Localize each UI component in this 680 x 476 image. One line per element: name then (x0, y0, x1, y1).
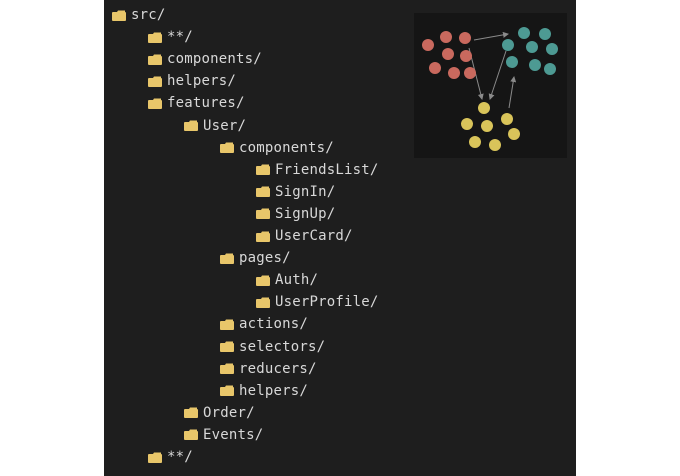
folder-icon (220, 253, 234, 264)
tree-item-label: pages/ (239, 250, 291, 267)
tree-item[interactable]: UserProfile/ (256, 291, 379, 313)
folder-icon (256, 231, 270, 242)
tree-item-label: Events/ (203, 426, 264, 443)
tree-item-label: FriendsList/ (275, 161, 379, 178)
folder-icon (220, 341, 234, 352)
tree-item[interactable]: User/ (184, 115, 246, 137)
tree-item-label: **/ (167, 29, 193, 46)
tree-item[interactable]: helpers/ (220, 380, 308, 402)
tree-item[interactable]: selectors/ (220, 336, 325, 358)
tree-item-label: actions/ (239, 316, 309, 333)
tree-item[interactable]: actions/ (220, 313, 308, 335)
folder-icon (184, 407, 198, 419)
tree-item[interactable]: features/ (148, 92, 245, 114)
folder-icon (148, 76, 162, 87)
folder-icon (220, 363, 234, 375)
tree-item[interactable]: UserCard/ (256, 225, 353, 247)
folder-icon (256, 297, 270, 308)
folder-icon (256, 275, 270, 286)
tree-item[interactable]: reducers/ (220, 358, 317, 380)
folder-icon (112, 10, 126, 21)
folder-icon (256, 186, 270, 198)
tree-item-label: Order/ (203, 404, 255, 421)
tree-item-label: helpers/ (167, 73, 237, 90)
tree-item-label: UserCard/ (275, 228, 353, 244)
tree-item-label: **/ (167, 449, 193, 465)
tree-item-label: src/ (131, 7, 166, 23)
code-editor-panel: src/**/components/helpers/features/User/… (104, 0, 576, 476)
tree-item[interactable]: **/ (148, 26, 193, 48)
graph-edge (473, 31, 509, 41)
tree-item-label: features/ (167, 95, 245, 112)
graph-edge (508, 76, 517, 109)
tree-item-label: User/ (203, 117, 247, 134)
tree-item[interactable]: Auth/ (256, 269, 318, 291)
tree-item[interactable]: SignIn/ (256, 181, 335, 203)
tree-item-label: components/ (167, 51, 262, 68)
tree-item[interactable]: FriendsList/ (256, 159, 379, 181)
tree-item-label: UserProfile/ (275, 294, 379, 311)
tree-item[interactable]: helpers/ (148, 70, 236, 92)
tree-item[interactable]: pages/ (220, 247, 291, 269)
dependency-graph-svg (422, 27, 558, 151)
tree-item-label: components/ (239, 139, 334, 156)
folder-icon (220, 319, 234, 330)
tree-item[interactable]: components/ (148, 48, 262, 70)
folder-icon (184, 120, 198, 131)
graph-cluster-red (422, 31, 476, 79)
tree-item-label: selectors/ (239, 338, 326, 355)
tree-item[interactable]: Order/ (184, 402, 255, 424)
folder-icon (148, 452, 162, 463)
folder-icon (148, 32, 162, 43)
folder-icon (148, 54, 162, 65)
folder-icon (184, 429, 198, 441)
tree-item[interactable]: SignUp/ (256, 203, 335, 225)
folder-icon (220, 142, 234, 154)
tree-item[interactable]: **/ (148, 446, 193, 468)
dependency-graph-diagram (414, 13, 567, 158)
tree-item-label: SignUp/ (275, 205, 336, 222)
tree-item-label: helpers/ (239, 382, 309, 399)
folder-icon (256, 208, 270, 220)
folder-icon (256, 164, 270, 176)
graph-cluster-yellow (461, 102, 520, 151)
folder-icon (220, 385, 234, 397)
tree-item-label: reducers/ (239, 360, 317, 377)
tree-item[interactable]: components/ (220, 137, 334, 159)
tree-item-label: SignIn/ (275, 183, 336, 200)
folder-icon (148, 98, 162, 109)
tree-item-label: Auth/ (275, 272, 319, 289)
tree-item[interactable]: Events/ (184, 424, 263, 446)
graph-cluster-teal (502, 27, 558, 75)
tree-item[interactable]: src/ (112, 4, 166, 26)
graph-edge (488, 50, 507, 100)
